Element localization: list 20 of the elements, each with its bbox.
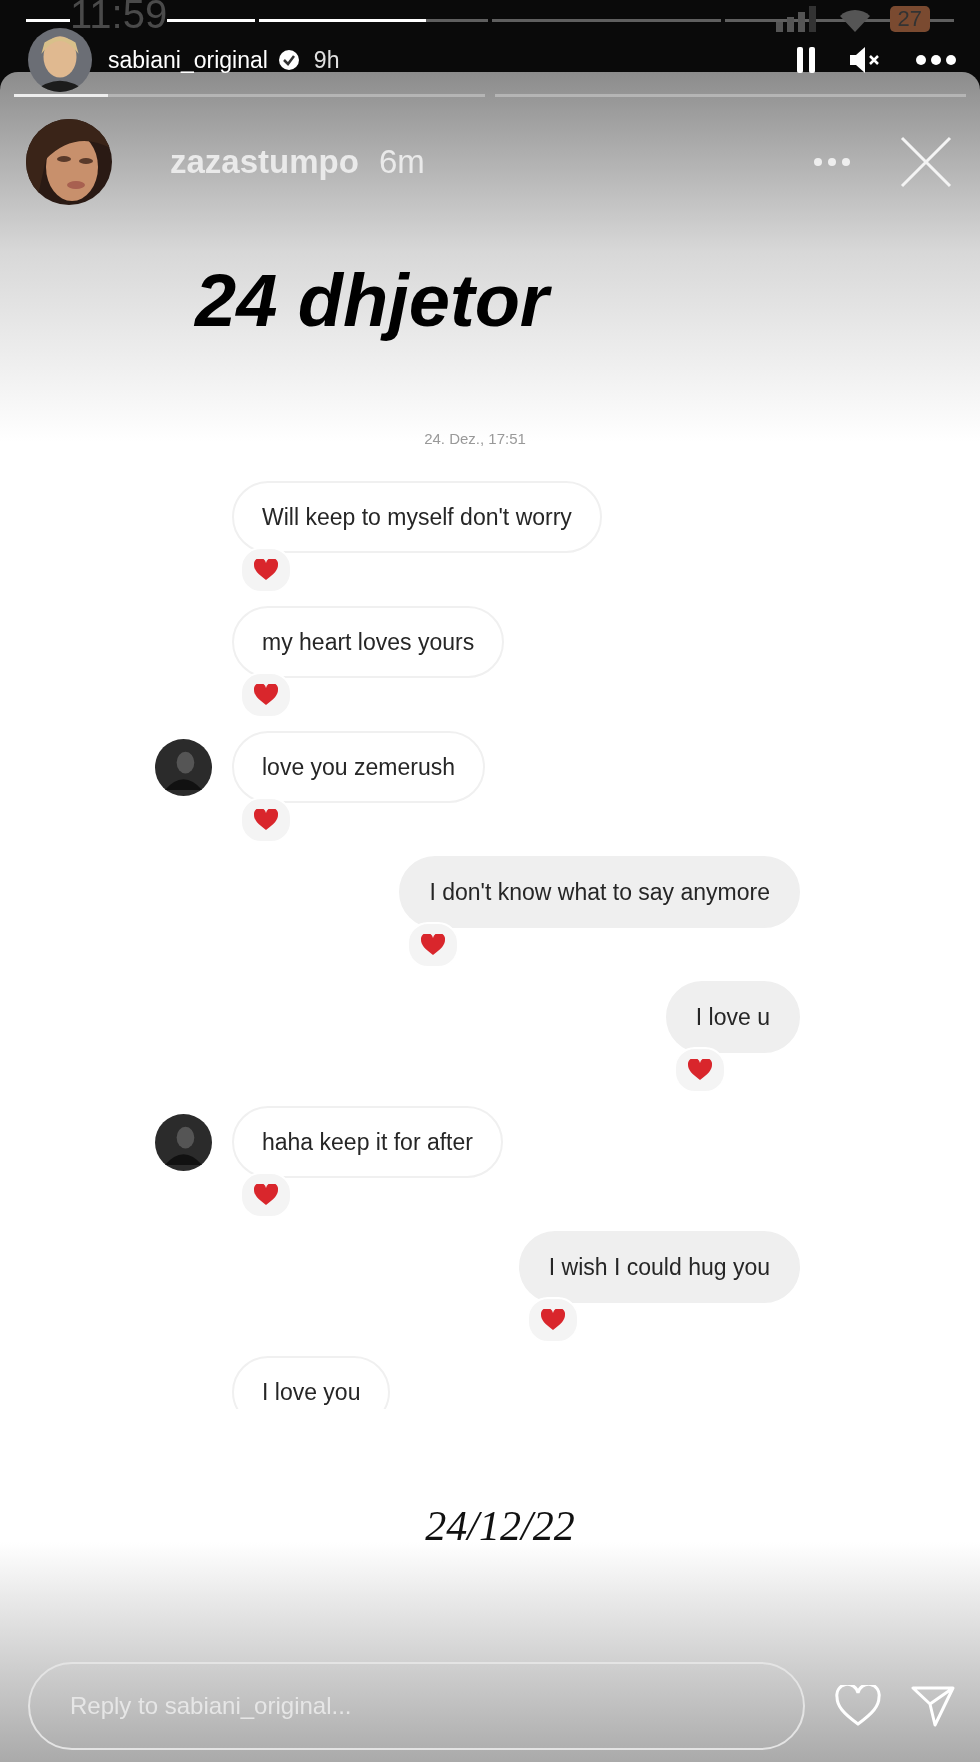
message-bubble: I don't know what to say anymore [399,856,800,928]
send-icon[interactable] [911,1685,955,1727]
heart-icon[interactable] [835,1685,881,1727]
mute-icon[interactable] [850,47,882,73]
username[interactable]: sabiani_original [108,46,268,74]
post-age: 9h [313,46,340,74]
message-bubble: I love u [665,981,800,1053]
message-bubble: love you zemerush [232,731,486,803]
pause-icon[interactable] [796,47,816,73]
message-bubble: I love you [232,1356,391,1409]
chat-timestamp: 24. Dez., 17:51 [424,430,526,447]
message-bubble: Will keep to myself don't worry [232,481,602,553]
battery-indicator: 27 [889,6,930,32]
more-icon[interactable] [916,55,956,65]
story-age: 6m [378,143,425,181]
message-bubble: haha keep it for after [232,1106,503,1178]
message-bubble: I wish I could hug you [518,1231,800,1303]
date-caption: 24/12/22 [425,1502,575,1550]
message-bubble: my heart loves yours [232,606,505,678]
close-icon[interactable] [900,136,952,188]
